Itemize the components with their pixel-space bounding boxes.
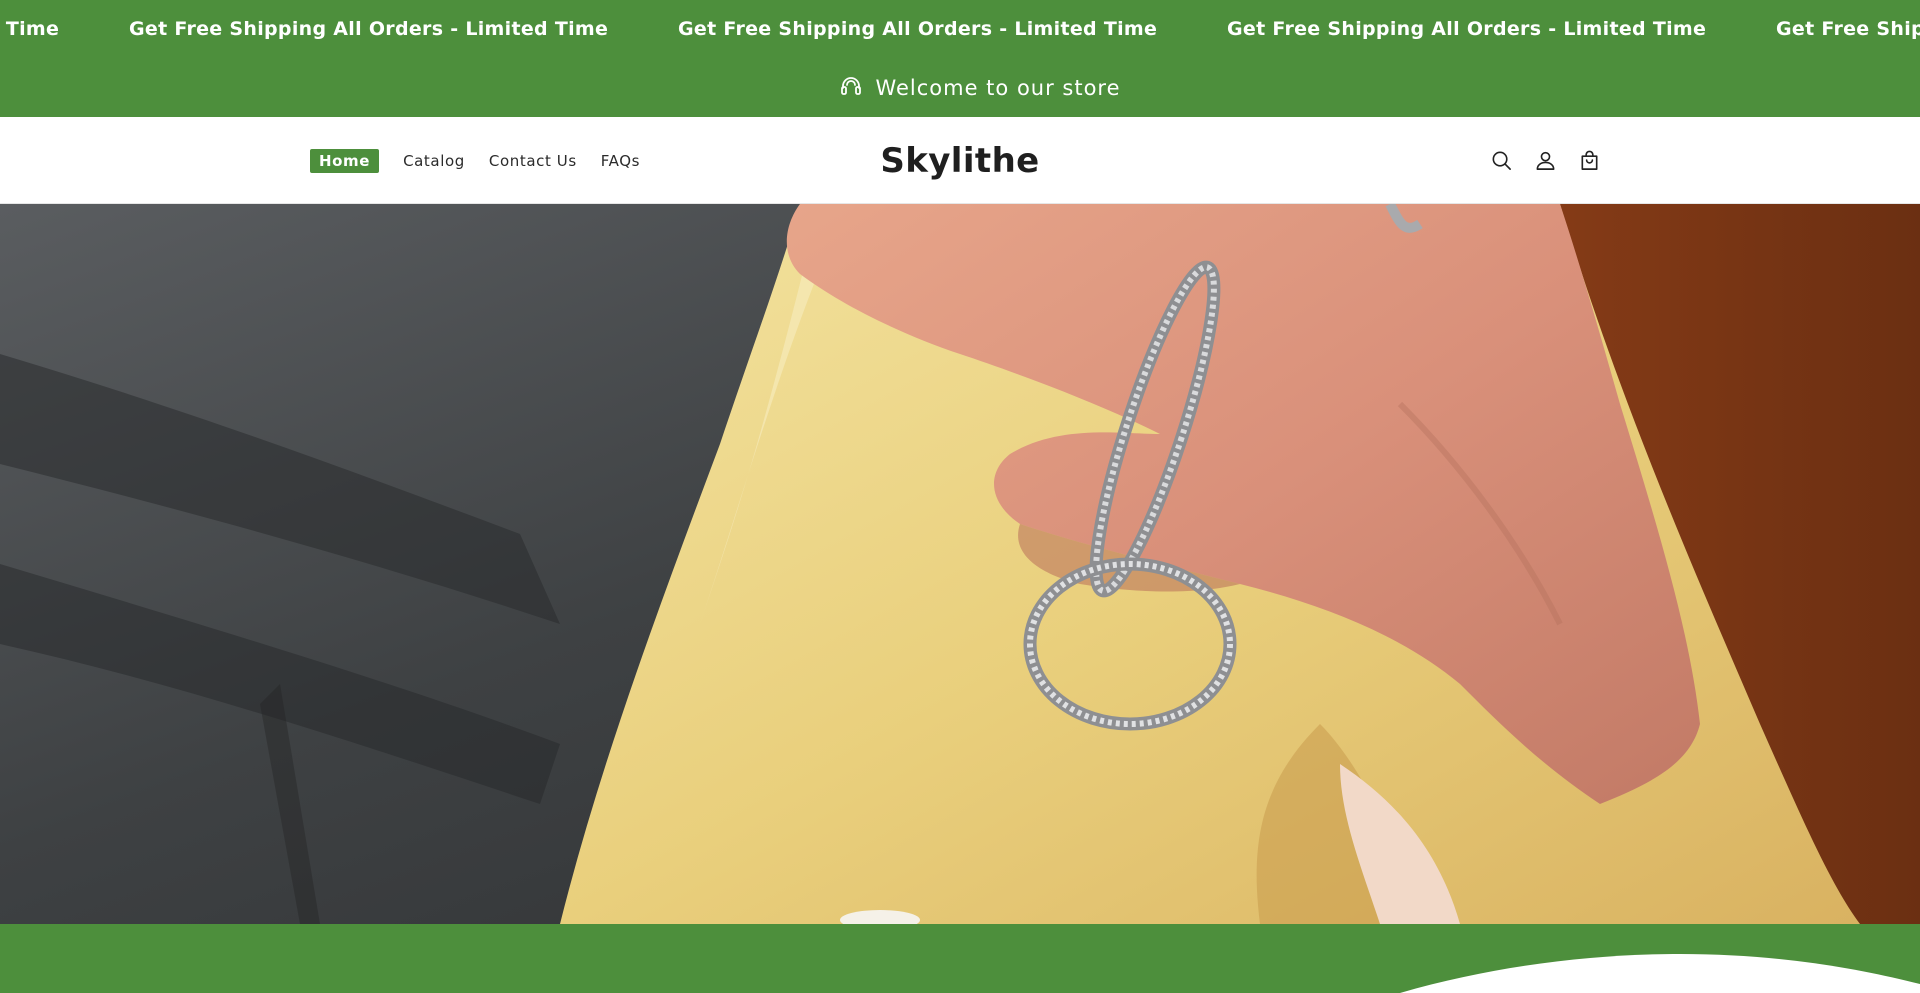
- section-divider: [0, 924, 1920, 993]
- nav-catalog[interactable]: Catalog: [403, 149, 465, 173]
- search-icon[interactable]: [1490, 149, 1513, 172]
- hero-banner[interactable]: [0, 204, 1920, 924]
- brand-name[interactable]: Skylithe: [880, 141, 1039, 181]
- header-icons: [1490, 117, 1601, 204]
- welcome-bar: Welcome to our store: [0, 58, 1920, 117]
- main-nav: Home Catalog Contact Us FAQs: [310, 117, 640, 204]
- nav-faqs[interactable]: FAQs: [601, 149, 640, 173]
- wave-shape: [1400, 954, 1920, 993]
- brand-logo: Skylithe: [0, 117, 1920, 204]
- headset-icon: [839, 74, 863, 102]
- welcome-text: Welcome to our store: [875, 75, 1121, 100]
- hero-image: [0, 204, 1920, 924]
- marquee-item: Get Free Shipping All Orders - Limited T…: [1776, 18, 1920, 40]
- nav-contact-us[interactable]: Contact Us: [489, 149, 577, 173]
- marquee-item: Get Free Shipping All Orders - Limited T…: [1227, 18, 1707, 40]
- marquee-track: Get Free Shipping All Orders - Limited T…: [0, 0, 1920, 58]
- marquee-item: Get Free Shipping All Orders - Limited T…: [129, 18, 609, 40]
- site-header: Home Catalog Contact Us FAQs Skylithe: [0, 117, 1920, 204]
- announcement-marquee: Get Free Shipping All Orders - Limited T…: [0, 0, 1920, 58]
- marquee-item: Get Free Shipping All Orders - Limited T…: [0, 18, 60, 40]
- marquee-item: Get Free Shipping All Orders - Limited T…: [678, 18, 1158, 40]
- account-icon[interactable]: [1534, 149, 1557, 172]
- nav-home[interactable]: Home: [310, 148, 380, 173]
- cart-icon[interactable]: [1578, 149, 1601, 172]
- welcome-message: Welcome to our store: [839, 74, 1120, 102]
